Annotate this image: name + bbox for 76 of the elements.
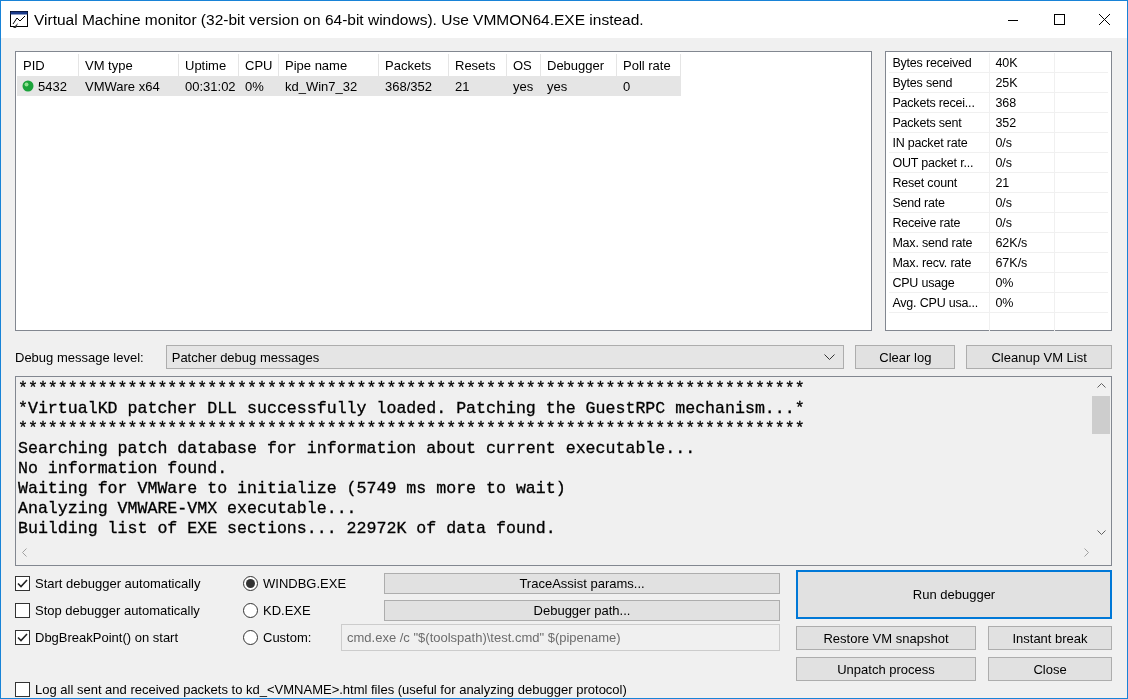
stat-label: Max. send rate — [889, 233, 991, 252]
stat-value: 21 — [990, 173, 1056, 192]
check-icon — [17, 577, 28, 589]
scroll-up-icon — [1096, 383, 1106, 388]
cleanup-vm-list-button[interactable]: Cleanup VM List — [966, 345, 1112, 369]
checkbox-option[interactable]: Log all sent and received packets to kd_<VMNAME>.html files (useful for analyzing debugger protocol) — [15, 682, 780, 697]
table-cell: yes — [513, 78, 534, 94]
debugger-path-button[interactable]: Debugger path... — [384, 599, 780, 621]
run-debugger-button[interactable]: Run debugger — [796, 570, 1112, 619]
stat-label: Reset count — [889, 173, 991, 192]
stat-value: 0% — [990, 293, 1056, 312]
stat-value: 40K — [990, 53, 1056, 72]
stat-value: 62K/s — [990, 233, 1056, 252]
log-line: No information found. — [18, 459, 229, 479]
debug-level-dropdown[interactable]: Patcher debug messages — [165, 345, 845, 369]
stat-value: 368 — [990, 93, 1056, 112]
stat-label: Bytes received — [889, 53, 991, 72]
close-icon — [1099, 14, 1110, 25]
checkbox-option[interactable]: Start debugger automatically — [15, 575, 243, 591]
log-line: Waiting for VMWare to initialize (5749 ms more to wait) — [18, 479, 567, 499]
status-dot-icon — [22, 80, 34, 92]
stat-value: 0/s — [990, 193, 1056, 212]
table-cell: 21 — [455, 78, 470, 94]
log-line: ******************************************************************************* — [18, 379, 806, 399]
stat-value: 25K — [990, 73, 1056, 92]
table-cell: yes — [547, 78, 568, 94]
table-cell: 368/352 — [385, 78, 432, 94]
log-line: Analyzing VMWARE-VMX executable... — [18, 499, 358, 519]
unpatch-process-button[interactable]: Unpatch process — [796, 657, 976, 681]
instant-break-button[interactable]: Instant break — [988, 626, 1112, 650]
field-label: Debug message level: — [15, 349, 145, 365]
stat-label: Receive rate — [889, 213, 991, 232]
restore-snapshot-button[interactable]: Restore VM snapshot — [796, 626, 976, 650]
scrollbar-thumb[interactable] — [1092, 396, 1110, 434]
app-icon — [10, 10, 28, 29]
log-line: Building list of EXE sections... 22972K of data found. — [18, 519, 557, 539]
checkbox-option[interactable]: Stop debugger automatically — [15, 602, 243, 618]
stat-label: OUT packet r... — [889, 153, 991, 172]
log-line: Searching patch database for information about current executable... — [18, 439, 697, 459]
log-line: *VirtualKD patcher DLL successfully loaded. Patching the GuestRPC mechanism...* — [18, 399, 806, 419]
log-line: ******************************************************************************* — [18, 419, 806, 439]
window-title: Virtual Machine monitor (32-bit version on 64-bit windows). Use VMMON64.EXE instead. — [34, 10, 645, 29]
stat-value: 0% — [990, 273, 1056, 292]
traceassist-params-button[interactable]: TraceAssist params... — [384, 572, 780, 594]
stat-label: Avg. CPU usa... — [889, 293, 991, 312]
caret-icon — [824, 354, 836, 360]
stat-value: 67K/s — [990, 253, 1056, 272]
maximize-icon — [1053, 14, 1065, 25]
table-cell: 00:31:02 — [185, 78, 236, 94]
check-icon — [17, 631, 28, 643]
table-cell: VMWare x64 — [85, 78, 160, 94]
stat-label: Packets recei... — [889, 93, 991, 112]
stat-label: CPU usage — [889, 273, 991, 292]
radio-option[interactable]: Custom: — [243, 629, 341, 645]
checkbox-option[interactable]: DbgBreakPoint() on start — [15, 629, 243, 645]
scroll-left-icon — [22, 547, 27, 557]
radio-option[interactable]: KD.EXE — [243, 602, 384, 618]
table-cell: 0% — [245, 78, 264, 94]
stat-label: Packets sent — [889, 113, 991, 132]
radio-option[interactable]: WINDBG.EXE — [243, 575, 384, 591]
table-cell: 0 — [623, 78, 631, 94]
stat-label: Send rate — [889, 193, 991, 212]
close-button[interactable]: Close — [988, 657, 1112, 681]
stat-label: Max. recv. rate — [889, 253, 991, 272]
clear-log-button[interactable]: Clear log — [855, 345, 956, 369]
table-cell: 5432 — [38, 78, 67, 94]
stat-label: Bytes send — [889, 73, 991, 92]
stat-label: IN packet rate — [889, 133, 991, 152]
scroll-right-icon — [1084, 547, 1089, 557]
stat-value: 0/s — [990, 213, 1056, 232]
stat-value: 0/s — [990, 133, 1056, 152]
table-cell: kd_Win7_32 — [285, 78, 358, 94]
stat-value: 0/s — [990, 153, 1056, 172]
table-row[interactable]: 5432 VMWare x64 00:31:02 0% kd_Win7_32 368/352 21 yes yes 0 — [17, 76, 681, 96]
scroll-down-icon — [1096, 530, 1106, 535]
stat-value: 352 — [990, 113, 1056, 132]
